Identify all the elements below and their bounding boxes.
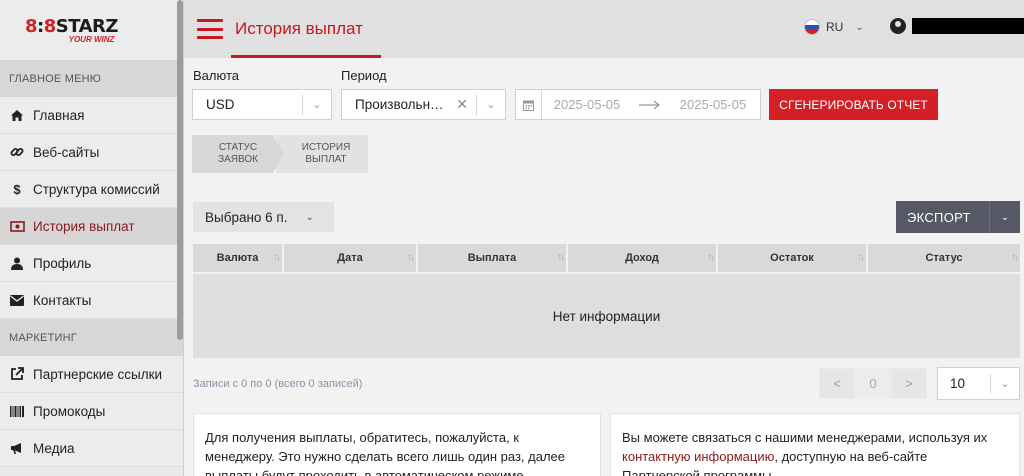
money-icon — [9, 220, 25, 232]
clear-icon[interactable]: ✕ — [456, 96, 468, 113]
tab-request-status[interactable]: СТАТУС ЗАЯВОК — [192, 135, 284, 173]
column-header-status[interactable]: Статус ↑↓ — [868, 244, 1020, 272]
column-header-date[interactable]: Дата ↑↓ — [284, 244, 418, 272]
page-title: История выплат — [231, 0, 381, 58]
language-selector[interactable]: RU ⌄ — [804, 19, 864, 35]
section-marketing: МАРКЕТИНГ — [0, 319, 183, 356]
chevron-down-icon: ⌄ — [1000, 211, 1010, 223]
arrow-right-icon — [632, 99, 668, 110]
currency-select[interactable]: USD ⌄ — [192, 89, 332, 120]
chevron-down-icon: ⌄ — [305, 211, 314, 223]
sidebar-item-partner-links[interactable]: Партнерские ссылки — [0, 356, 183, 393]
chevron-down-icon: ⌄ — [855, 21, 864, 33]
logo-wordmark: 8:8STARZ — [25, 16, 118, 37]
external-link-icon — [9, 367, 25, 381]
next-page-button[interactable]: > — [891, 368, 927, 399]
sidebar-item-contacts[interactable]: Контакты — [0, 282, 183, 319]
sidebar-item-media[interactable]: Медиа — [0, 430, 183, 467]
sort-icon: ↑↓ — [1011, 252, 1019, 263]
sidebar-item-label: История выплат — [33, 218, 135, 234]
current-page: 0 — [855, 368, 891, 399]
sidebar-item-websites[interactable]: Веб-сайты — [0, 134, 183, 171]
contact-info-text: Вы можете связаться с нашими менеджерами… — [622, 430, 988, 445]
user-name-redacted — [912, 18, 1024, 34]
barcode-icon — [9, 405, 25, 417]
bullhorn-icon — [9, 442, 25, 455]
sidebar-item-label: Структура комиссий — [33, 181, 160, 197]
pagination: < 0 > — [819, 368, 927, 399]
calendar-icon — [516, 90, 542, 119]
user-menu[interactable]: ⌄ — [890, 18, 1024, 34]
contact-info-box: Вы можете связаться с нашими менеджерами… — [610, 413, 1020, 476]
contact-info-link[interactable]: контактную информацию — [622, 449, 774, 464]
report-tabs: СТАТУС ЗАЯВОК ИСТОРИЯ ВЫПЛАТ — [192, 135, 368, 173]
period-label: Период — [341, 68, 387, 83]
sort-icon: ↑↓ — [857, 252, 865, 263]
sidebar: 8:8STARZ YOUR WINZ ГЛАВНОЕ МЕНЮ Главная … — [0, 0, 184, 476]
export-button[interactable]: ЭКСПОРТ ⌄ — [896, 201, 1020, 233]
prev-page-button[interactable]: < — [819, 368, 855, 399]
column-header-balance[interactable]: Остаток ↑↓ — [718, 244, 868, 272]
date-to-input[interactable]: 2025-05-05 — [668, 97, 758, 112]
table-empty-state: Нет информации — [193, 274, 1020, 358]
menu-icon[interactable] — [197, 19, 223, 39]
logo[interactable]: 8:8STARZ YOUR WINZ — [0, 0, 183, 60]
link-icon — [9, 145, 25, 159]
dollar-icon: $ — [13, 181, 21, 197]
column-header-currency[interactable]: Валюта ↑↓ — [193, 244, 284, 272]
section-main-menu: ГЛАВНОЕ МЕНЮ — [0, 60, 183, 97]
sidebar-item-label: Профиль — [33, 255, 92, 271]
home-icon — [9, 109, 25, 122]
sort-icon: ↑↓ — [707, 252, 715, 263]
column-selector-label: Выбрано 6 п. — [205, 209, 288, 225]
chevron-down-icon: ⌄ — [312, 99, 322, 111]
generate-report-button[interactable]: СГЕНЕРИРОВАТЬ ОТЧЕТ — [769, 89, 938, 120]
sidebar-item-label: Промокоды — [33, 403, 106, 419]
export-label: ЭКСПОРТ — [907, 209, 971, 225]
user-icon — [9, 257, 25, 270]
per-page-select[interactable]: 10 ⌄ — [937, 367, 1020, 400]
date-from-input[interactable]: 2025-05-05 — [542, 97, 632, 112]
russia-flag-icon — [804, 19, 820, 35]
currency-value: USD — [206, 97, 235, 112]
language-code: RU — [826, 20, 844, 34]
sort-icon: ↑↓ — [273, 252, 281, 263]
sidebar-item-label: Веб-сайты — [33, 144, 100, 160]
sidebar-item-commission[interactable]: $ Структура комиссий — [0, 171, 183, 208]
main-content: Валюта USD ⌄ Период Произвольн… ✕ ⌄ 2025… — [184, 58, 1024, 476]
sidebar-item-payout-history[interactable]: История выплат — [0, 208, 183, 245]
payout-info-box: Для получения выплаты, обратитесь, пожал… — [193, 413, 601, 476]
sidebar-item-promocodes[interactable]: Промокоды — [0, 393, 183, 430]
sidebar-item-home[interactable]: Главная — [0, 97, 183, 134]
logo-tagline: YOUR WINZ — [68, 35, 115, 44]
payout-info-text: Для получения выплаты, обратитесь, пожал… — [205, 430, 565, 476]
column-header-payout[interactable]: Выплата ↑↓ — [418, 244, 568, 272]
records-info: Записи с 0 по 0 (всего 0 записей) — [193, 378, 363, 390]
sidebar-scrollbar[interactable] — [177, 0, 183, 340]
currency-label: Валюта — [193, 68, 239, 83]
envelope-icon — [9, 294, 25, 306]
sidebar-item-label: Главная — [33, 107, 85, 123]
date-range-picker[interactable]: 2025-05-05 2025-05-05 — [515, 89, 761, 120]
period-value: Произвольн… — [355, 97, 444, 112]
sidebar-item-profile[interactable]: Профиль — [0, 245, 183, 282]
per-page-value: 10 — [950, 376, 966, 391]
topbar: История выплат RU ⌄ ⌄ — [184, 0, 1024, 58]
column-selector-button[interactable]: Выбрано 6 п. ⌄ — [193, 202, 334, 232]
sidebar-item-label: Медиа — [33, 440, 75, 456]
chevron-down-icon: ⌄ — [486, 99, 496, 111]
user-circle-icon — [890, 18, 906, 34]
sidebar-item-label: Контакты — [33, 292, 92, 308]
period-select[interactable]: Произвольн… ✕ ⌄ — [341, 89, 506, 120]
sidebar-item-label: Партнерские ссылки — [33, 366, 163, 382]
table-header: Валюта ↑↓ Дата ↑↓ Выплата ↑↓ Доход ↑↓ Остато… — [193, 244, 1020, 272]
tab-payout-history[interactable]: ИСТОРИЯ ВЫПЛАТ — [276, 135, 368, 173]
chevron-down-icon: ⌄ — [1000, 378, 1010, 390]
column-header-income[interactable]: Доход ↑↓ — [568, 244, 718, 272]
sort-icon: ↑↓ — [557, 252, 565, 263]
sort-icon: ↑↓ — [407, 252, 415, 263]
